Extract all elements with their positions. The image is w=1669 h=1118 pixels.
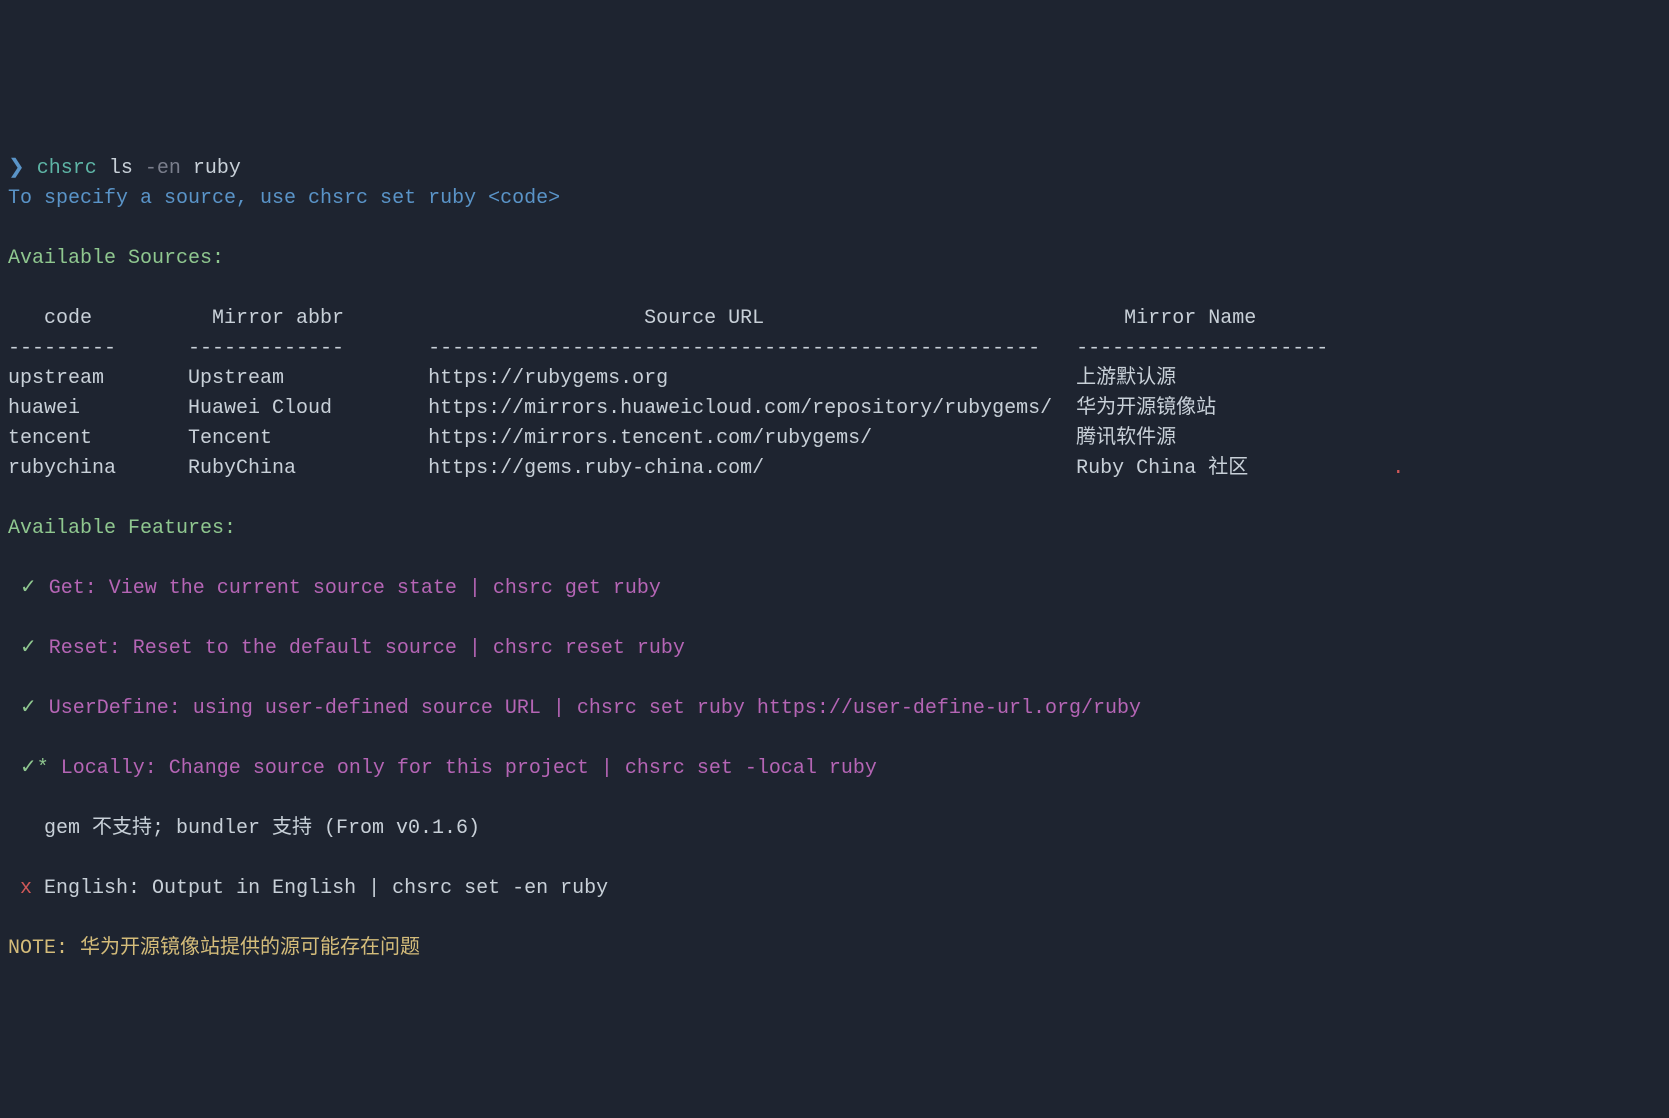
command-name: chsrc [37,157,97,180]
check-star-icon: ✓* [20,757,49,780]
hint-line: To specify a source, use chsrc set ruby … [8,187,560,210]
command-subcommand: ls [109,157,133,180]
locally-note: gem 不支持; bundler 支持 (From v0.1.6) [8,817,480,840]
feature-reset: ✓ Reset: Reset to the default source | c… [8,637,685,660]
table-row: upstream Upstream https://rubygems.org 上… [8,367,1176,390]
check-icon: ✓ [20,637,37,660]
feature-text: Get: View the current source state | chs… [37,577,661,600]
table-row: tencent Tencent https://mirrors.tencent.… [8,427,1176,450]
table-header: code Mirror abbr Source URL Mirror Name [8,307,1256,330]
feature-text: Reset: Reset to the default source | chs… [37,637,685,660]
table-row: rubychina RubyChina https://gems.ruby-ch… [8,457,1248,480]
prompt-symbol: ❯ [8,157,25,180]
available-sources-header: Available Sources: [8,247,224,270]
command-flag: -en [145,157,181,180]
check-icon: ✓ [20,697,37,720]
table-row: huawei Huawei Cloud https://mirrors.huaw… [8,397,1216,420]
feature-text: English: Output in English | chsrc set -… [32,877,608,900]
feature-userdefine: ✓ UserDefine: using user-defined source … [8,697,1141,720]
available-features-header: Available Features: [8,517,236,540]
feature-locally: ✓* Locally: Change source only for this … [8,757,877,780]
feature-text: Locally: Change source only for this pro… [49,757,877,780]
feature-text: UserDefine: using user-defined source UR… [37,697,1141,720]
prompt-line[interactable]: ❯ chsrc ls -en ruby [8,157,241,180]
feature-get: ✓ Get: View the current source state | c… [8,577,661,600]
check-icon: ✓ [20,577,37,600]
command-target: ruby [193,157,241,180]
feature-english: x English: Output in English | chsrc set… [8,877,608,900]
terminal-output: ❯ chsrc ls -en ruby To specify a source,… [0,120,1669,968]
table-divider: --------- ------------- ----------------… [8,337,1328,360]
x-icon: x [20,877,32,900]
red-dot-icon: . [1392,457,1404,480]
